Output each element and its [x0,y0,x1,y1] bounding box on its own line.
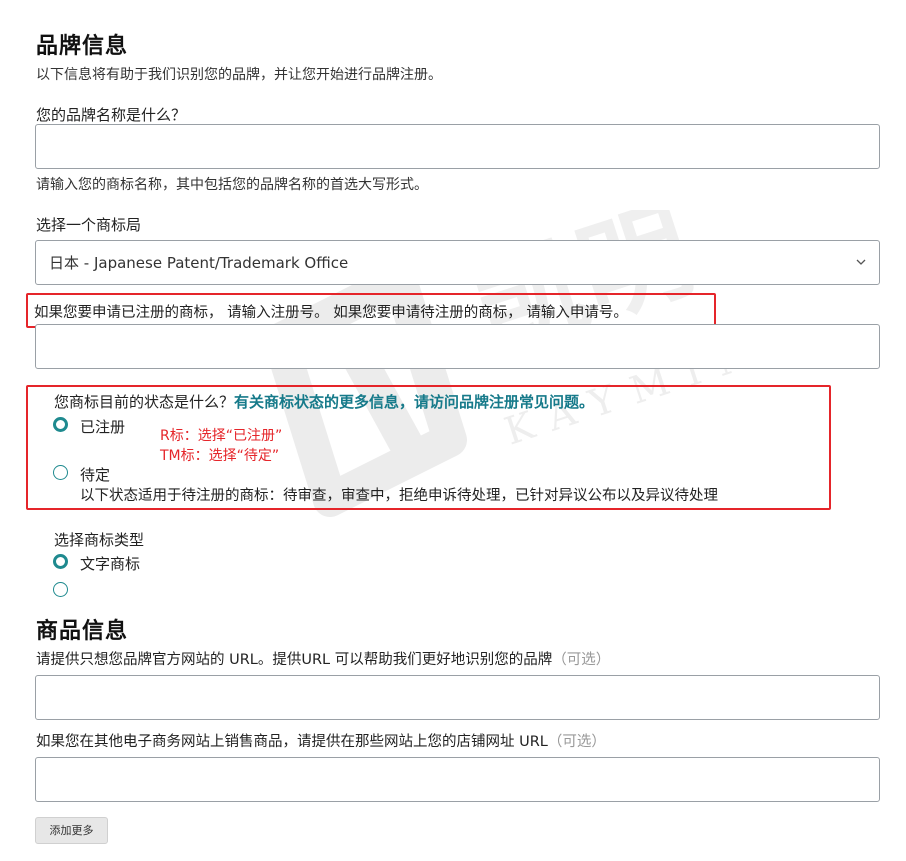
store-url-optional: （可选） [547,734,606,750]
type-radio-other[interactable] [53,582,68,597]
add-more-button[interactable]: 添加更多 [35,817,108,844]
trademark-office-selected-value: 日本 - Japanese Patent/Trademark Office [49,254,349,272]
trademark-office-select[interactable]: 日本 - Japanese Patent/Trademark Office [35,240,880,285]
trademark-status-faq-link[interactable]: 有关商标状态的更多信息，请访问品牌注册常见问题。 [234,393,594,411]
website-url-optional: （可选） [552,652,611,668]
trademark-type-label: 选择商标类型 [54,531,145,549]
brand-name-hint: 请输入您的商标名称，其中包括您的品牌名称的首选大写形式。 [36,177,428,193]
type-radio-word-mark[interactable] [53,554,68,569]
trademark-office-label: 选择一个商标局 [36,216,142,234]
brand-name-label: 您的品牌名称是什么？ [36,106,187,124]
status-pending-description: 以下状态适用于待注册的商标：待审查，审查中，拒绝申诉待处理，已针对异议公布以及异… [80,488,718,504]
website-url-label: 请提供只想您品牌官方网站的 URL。提供URL 可以帮助我们更好地识别您的品牌（… [36,648,610,669]
type-option-word-mark-label[interactable]: 文字商标 [80,553,140,574]
store-url-label-text: 如果您在其他电子商务网站上销售商品，请提供在那些网站上您的店铺网址 URL [36,734,548,750]
product-section-title: 商品信息 [36,619,129,644]
chevron-down-icon [856,259,866,265]
registration-number-label: 如果您要申请已注册的商标， 请输入注册号。 如果您要申请待注册的商标， 请输入申… [34,305,628,321]
status-radio-registered[interactable] [53,417,68,432]
registration-number-input[interactable] [35,324,880,369]
store-url-input[interactable] [35,757,880,802]
annotation-tm-mark: TM标：选择“待定” [160,448,280,464]
brand-name-input[interactable] [35,124,880,169]
status-radio-pending[interactable] [53,465,68,480]
trademark-status-question: 您商标目前的状态是什么？有关商标状态的更多信息，请访问品牌注册常见问题。 [54,391,594,412]
store-url-label: 如果您在其他电子商务网站上销售商品，请提供在那些网站上您的店铺网址 URL（可选… [36,730,606,751]
status-option-registered-label[interactable]: 已注册 [80,416,125,437]
website-url-input[interactable] [35,675,880,720]
brand-section-title: 品牌信息 [36,34,129,59]
website-url-label-text: 请提供只想您品牌官方网站的 URL。提供URL 可以帮助我们更好地识别您的品牌 [36,652,553,668]
status-option-pending-label[interactable]: 待定 [80,464,110,485]
brand-section-subtitle: 以下信息将有助于我们识别您的品牌，并让您开始进行品牌注册。 [36,67,442,83]
trademark-status-question-text: 您商标目前的状态是什么？ [54,393,235,411]
annotation-r-mark: R标：选择“已注册” [160,428,283,444]
